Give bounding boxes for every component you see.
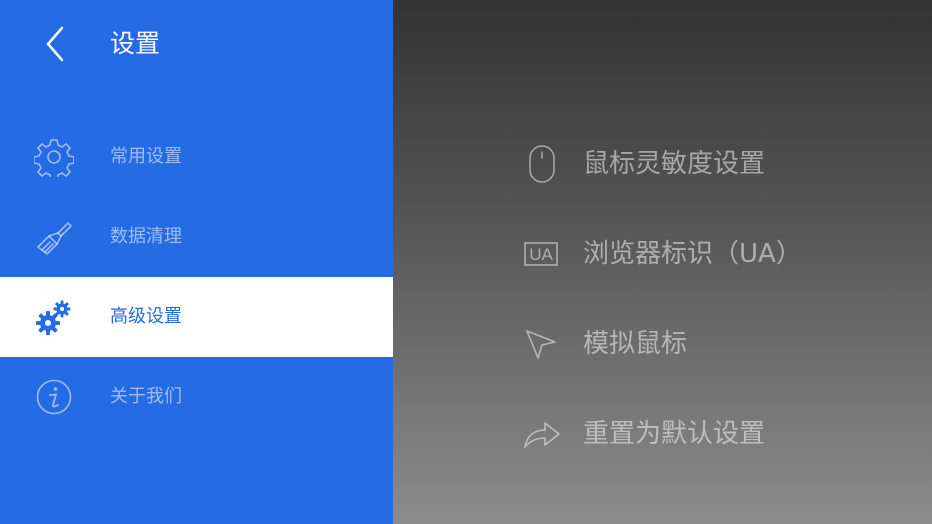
sidebar-item-data-cleanup[interactable]: 数据清理 [0, 197, 401, 277]
mouse-icon [523, 145, 561, 183]
sidebar-item-label: 高级设置 [110, 306, 182, 327]
sidebar-item-label: 关于我们 [110, 386, 182, 407]
option-label: 浏览器标识（UA） [583, 239, 802, 269]
broom-icon [34, 217, 74, 257]
cursor-arrow-icon [523, 325, 561, 363]
ua-icon-text: UA [529, 245, 553, 264]
share-arrow-icon [523, 415, 561, 453]
sidebar-item-label: 数据清理 [110, 226, 182, 247]
ua-icon: UA [523, 235, 561, 273]
option-label: 重置为默认设置 [583, 419, 766, 449]
option-label: 模拟鼠标 [583, 329, 688, 359]
back-button[interactable] [38, 24, 74, 64]
page-title: 设置 [110, 29, 161, 58]
option-user-agent[interactable]: UA 浏览器标识（UA） [523, 223, 903, 283]
option-simulate-mouse[interactable]: 模拟鼠标 [523, 313, 903, 373]
info-icon [34, 377, 74, 417]
sidebar: 设置 常用设置 数据清理 高级设置 关于我们 [0, 0, 401, 524]
chevron-left-icon [46, 26, 64, 62]
option-label: 鼠标灵敏度设置 [583, 149, 766, 179]
sidebar-item-about[interactable]: 关于我们 [0, 357, 401, 437]
option-mouse-sensitivity[interactable]: 鼠标灵敏度设置 [523, 133, 903, 193]
gears-icon [34, 297, 74, 337]
sidebar-item-general[interactable]: 常用设置 [0, 117, 401, 197]
sidebar-item-label: 常用设置 [110, 146, 182, 167]
option-reset-defaults[interactable]: 重置为默认设置 [523, 403, 903, 463]
advanced-settings-panel: 鼠标灵敏度设置 UA 浏览器标识（UA） 模拟鼠标 重置为默认设置 [393, 0, 932, 524]
sidebar-item-advanced[interactable]: 高级设置 [0, 277, 401, 357]
gear-icon [33, 137, 75, 181]
